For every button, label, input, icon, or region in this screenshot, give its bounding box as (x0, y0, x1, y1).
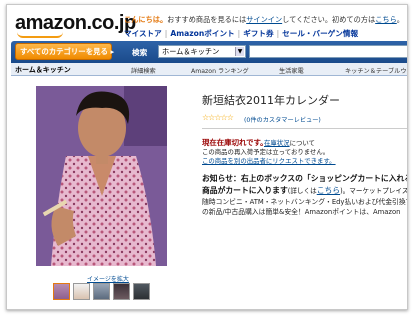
notice-here-link[interactable]: こちら (317, 186, 340, 195)
product-title: 新垣結衣2011年カレンダー (202, 94, 340, 107)
greeting-end: 。 (396, 15, 404, 24)
thumbnail-1[interactable] (53, 283, 70, 300)
search-category-value: ホーム＆キッチン (162, 47, 220, 56)
search-input[interactable] (249, 45, 407, 58)
product-photo (36, 86, 167, 266)
giftcard-link[interactable]: ギフト券 (243, 29, 273, 38)
greeting-hello: こんにちは。 (124, 15, 168, 24)
notice-end: )。マーケットプレイスの (340, 187, 408, 195)
thumbnail-4[interactable] (113, 283, 130, 300)
subnav-item-kitchen[interactable]: キッチン＆テーブルウェア (345, 66, 407, 75)
separator: | (276, 29, 280, 38)
notice-line-4: の新品/中古品購入は簡単&安全！Amazonポイントは、Amazon (202, 208, 401, 216)
sale-link[interactable]: セール・バーゲン情報 (282, 29, 358, 38)
thumbnail-5[interactable] (133, 283, 150, 300)
notice-bold: 商品がカートに入ります (202, 186, 288, 195)
thumbnail-2[interactable] (73, 283, 90, 300)
product-image[interactable] (36, 86, 167, 266)
request-seller-link[interactable]: この商品を別の出品者にリクエストできます。 (202, 156, 336, 165)
all-categories-button[interactable]: すべてのカテゴリーを見る ▸ (15, 43, 114, 60)
notice-line-3: 随時コンビニ・ATM・ネットバンキング・Edy払いおよび代金引換で (202, 198, 408, 206)
mystore-link[interactable]: マイストア (124, 29, 162, 38)
search-category-select[interactable]: ホーム＆キッチン ▼ (158, 45, 246, 58)
enlarge-image-link[interactable]: イメージを拡大 (87, 274, 129, 283)
greeting-text2: してください。初めての方は (282, 15, 376, 24)
points-link[interactable]: Amazonポイント (170, 29, 234, 38)
rating-stars: ☆☆☆☆☆ (202, 113, 234, 122)
separator: | (164, 29, 168, 38)
separator: | (237, 29, 241, 38)
stock-status-link[interactable]: 在庫状況 (264, 139, 290, 147)
signin-link[interactable]: サインイン (246, 15, 282, 24)
search-label: 検索 (132, 48, 148, 57)
greeting-text: おすすめ商品を見るには (167, 15, 247, 24)
chevron-down-icon: ▼ (235, 47, 244, 56)
thumbnail-3[interactable] (93, 283, 110, 300)
subnav-home[interactable]: ホーム＆キッチン (15, 65, 71, 75)
stock-side: 在庫状況について (264, 138, 315, 147)
stock-side-text: について (289, 139, 315, 147)
top-links: マイストア | Amazonポイント | ギフト券 | セール・バーゲン情報 (124, 28, 358, 39)
nav-bar: すべてのカテゴリーを見る ▸ 検索 ホーム＆キッチン ▼ (11, 41, 407, 63)
subnav-item-ranking[interactable]: Amazon ランキング (191, 66, 249, 75)
sub-nav: ホーム＆キッチン 詳細検索 Amazon ランキング 生活家電 キッチン＆テーブ… (11, 63, 407, 76)
divider (202, 128, 407, 129)
all-categories-label: すべてのカテゴリーを見る (20, 47, 108, 56)
notice-small: (詳しくは (287, 187, 317, 195)
logo-smile-icon (17, 32, 63, 38)
thumbnail-strip (53, 283, 150, 300)
register-link[interactable]: こちら (375, 15, 397, 24)
customer-review-link[interactable]: (0件のカスタマーレビュー) (244, 115, 321, 124)
notice-line-2: 商品がカートに入ります(詳しくはこちら)。マーケットプレイスの (202, 185, 408, 196)
greeting: こんにちは。おすすめ商品を見るにはサインインしてください。初めての方はこちら。 (124, 15, 404, 25)
notice-line-1: お知らせ：右上のボックスの「ショッピングカートに入れる」ボタ (202, 174, 407, 183)
browser-frame: amazon.co.jp こんにちは。おすすめ商品を見るにはサインインしてくださ… (6, 4, 408, 310)
subnav-item-appliances[interactable]: 生活家電 (279, 66, 304, 75)
subnav-item-advanced-search[interactable]: 詳細検索 (131, 66, 156, 75)
restock-note: この商品の再入荷予定は立っておりません。 (202, 148, 330, 156)
